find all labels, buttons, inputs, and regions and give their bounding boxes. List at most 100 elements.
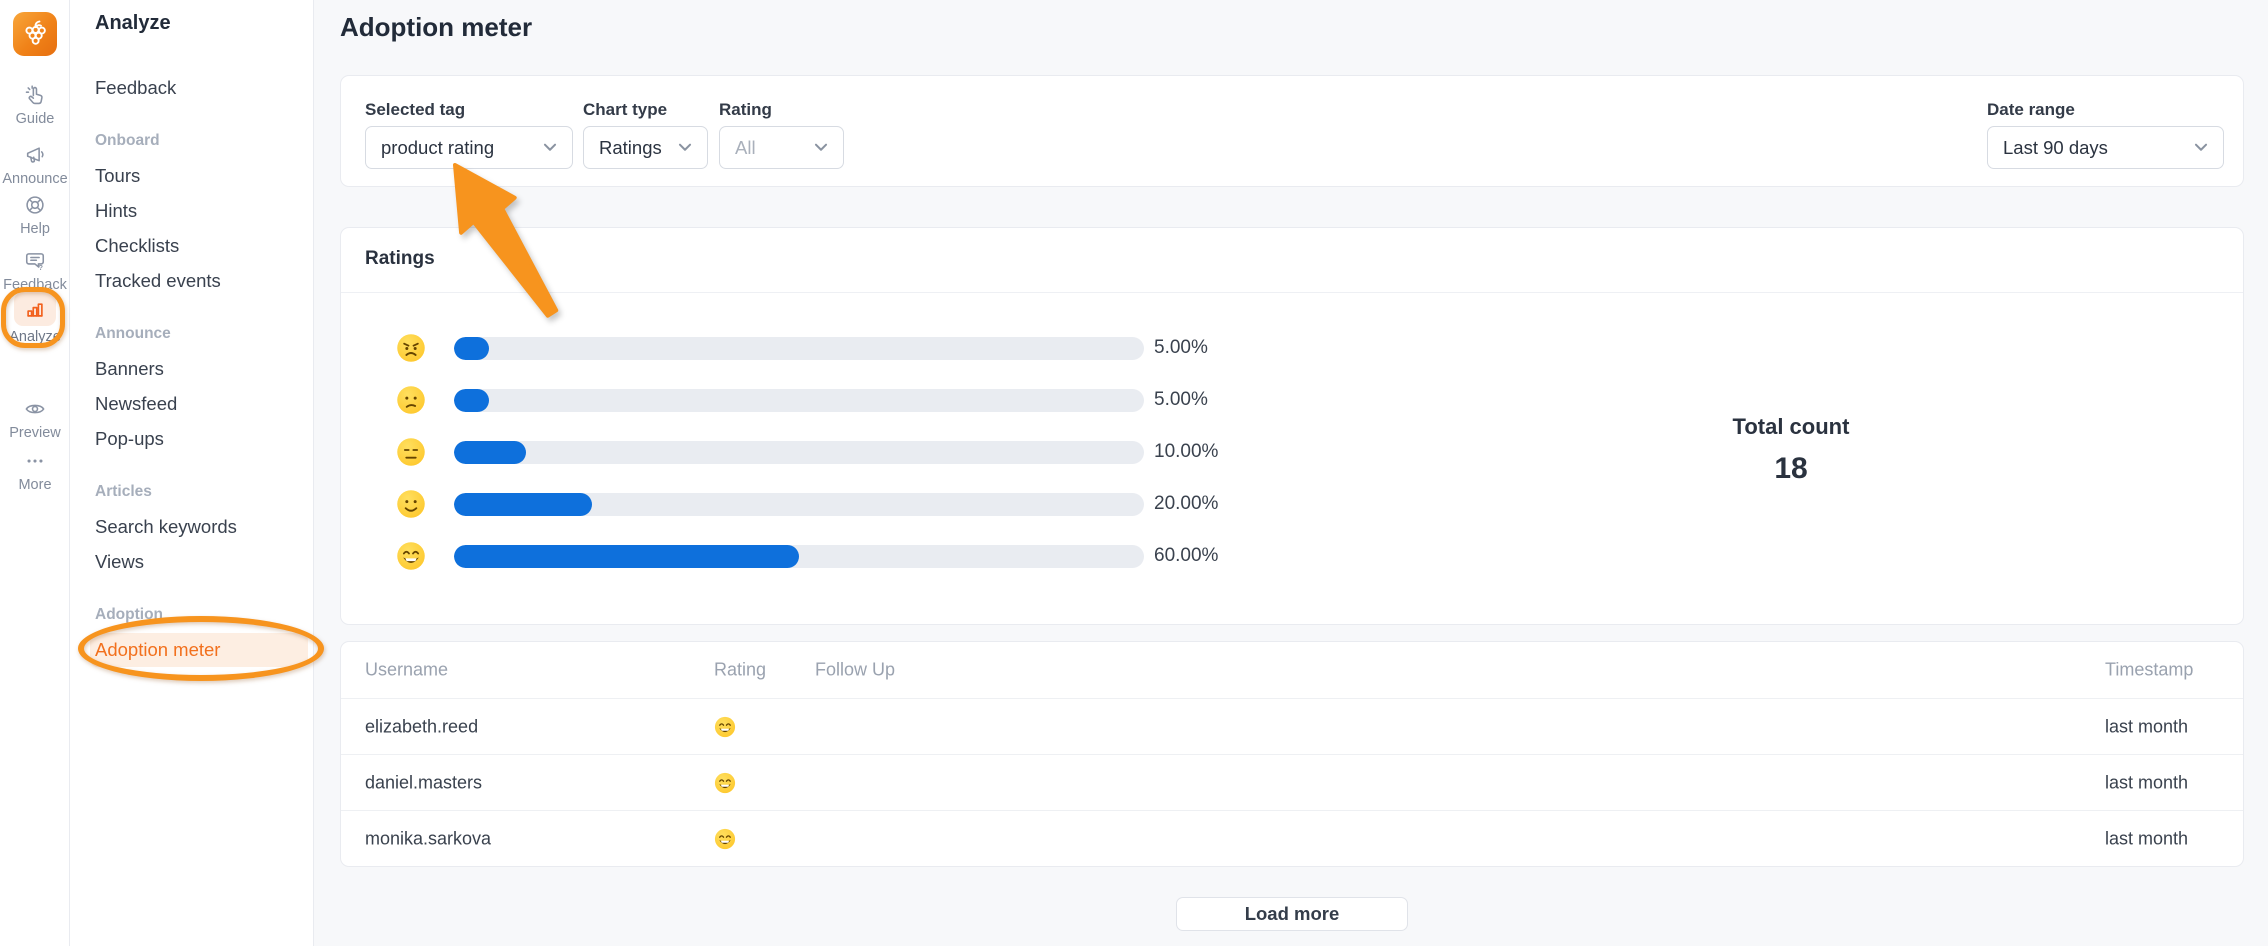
table-row[interactable]: monika.sarkova last month: [341, 810, 2243, 866]
rail-item-label: Announce: [2, 171, 67, 187]
bar-track: [454, 441, 1144, 464]
sidebar-title: Analyze: [95, 12, 313, 40]
timestamp-cell: last month: [2105, 828, 2188, 849]
sidebar-group-adoption: AdoptionAdoption meter: [95, 597, 313, 667]
main-content: Adoption meter Selected tag Chart type R…: [314, 0, 2268, 946]
chevron-down-icon: [814, 143, 828, 152]
rail-item-guide[interactable]: Guide: [0, 84, 70, 127]
column-header-follow-up: Follow Up: [815, 660, 895, 681]
eye-icon: [24, 398, 46, 420]
grinning-emoji-icon: [714, 828, 736, 850]
date-range-select[interactable]: Last 90 days: [1987, 126, 2224, 169]
selected-tag-label: Selected tag: [365, 100, 465, 120]
sidebar-groups: Feedback OnboardToursHintsChecklistsTrack…: [95, 70, 313, 667]
rail-item-more[interactable]: More: [0, 450, 70, 493]
load-more-button[interactable]: Load more: [1176, 897, 1408, 931]
selected-tag-select[interactable]: product rating: [365, 126, 573, 169]
angry-emoji-icon: [396, 333, 426, 363]
bar-fill: [454, 493, 592, 516]
ratings-card: Ratings 5.00%5.00%10.00%20.00%60.00% Tot…: [340, 227, 2244, 625]
username-cell: elizabeth.reed: [365, 716, 478, 737]
bar-value-label: 20.00%: [1154, 493, 1218, 515]
rail-item-label: Help: [20, 221, 50, 237]
sidebar-item-banners[interactable]: Banners: [95, 351, 313, 386]
bar-value-label: 60.00%: [1154, 545, 1218, 567]
grinning-emoji-icon: [396, 541, 426, 571]
rating-bar-row-expressionless: 10.00%: [341, 437, 2243, 467]
sidebar-item-feedback[interactable]: Feedback: [95, 70, 313, 105]
chevron-down-icon: [678, 143, 692, 152]
bar-track: [454, 545, 1144, 568]
total-count-value: 18: [1631, 452, 1951, 486]
grinning-emoji-icon: [714, 772, 736, 794]
grinning-emoji-icon: [714, 716, 736, 738]
sidebar-item-pop-ups[interactable]: Pop-ups: [95, 421, 313, 456]
username-cell: monika.sarkova: [365, 828, 491, 849]
filters-card: Selected tag Chart type Rating Date rang…: [340, 75, 2244, 187]
rail-item-announce[interactable]: Announce: [0, 144, 70, 187]
rail-item-label: Preview: [9, 425, 61, 441]
rating-bar-row-grinning: 60.00%: [341, 541, 2243, 571]
column-header-username: Username: [365, 660, 448, 681]
bar-chart-icon: [24, 298, 46, 320]
bar-fill: [454, 545, 799, 568]
bar-value-label: 10.00%: [1154, 441, 1218, 463]
bar-fill: [454, 389, 489, 412]
results-table: Username Rating Follow Up Timestamp elizabe…: [340, 641, 2244, 867]
sidebar-item-newsfeed[interactable]: Newsfeed: [95, 386, 313, 421]
rail-item-preview[interactable]: Preview: [0, 398, 70, 441]
sidebar-section-header: Articles: [95, 474, 313, 509]
date-range-label: Date range: [1987, 100, 2075, 120]
expressionless-emoji-icon: [396, 437, 426, 467]
timestamp-cell: last month: [2105, 716, 2188, 737]
svg-text:?: ?: [38, 263, 43, 272]
sidebar-item-adoption-meter[interactable]: Adoption meter: [90, 633, 308, 667]
ellipsis-icon: [24, 450, 46, 472]
sidebar-group-onboard: OnboardToursHintsChecklistsTracked event…: [95, 123, 313, 298]
sidebar-item-tours[interactable]: Tours: [95, 158, 313, 193]
rail-item-feedback[interactable]: ?Feedback: [0, 250, 70, 293]
active-icon-background: [14, 292, 56, 326]
sidebar-section-header: Announce: [95, 316, 313, 351]
table-row[interactable]: elizabeth.reed last month: [341, 698, 2243, 754]
sidebar: Analyze Feedback OnboardToursHintsCheckli…: [70, 0, 314, 946]
bar-fill: [454, 441, 526, 464]
rating-value: All: [735, 137, 756, 159]
sidebar-item-hints[interactable]: Hints: [95, 193, 313, 228]
table-body: elizabeth.reedlast monthdaniel.mastersla…: [341, 698, 2243, 866]
rating-label: Rating: [719, 100, 772, 120]
table-row[interactable]: daniel.masterslast month: [341, 754, 2243, 810]
sidebar-item-search-keywords[interactable]: Search keywords: [95, 509, 313, 544]
column-header-rating: Rating: [714, 660, 766, 681]
bar-track: [454, 337, 1144, 360]
rail-item-analyze[interactable]: Analyze: [0, 292, 70, 345]
sidebar-group: Feedback: [95, 70, 313, 105]
rating-select[interactable]: All: [719, 126, 844, 169]
sidebar-group-articles: ArticlesSearch keywordsViews: [95, 474, 313, 579]
sidebar-group-announce: AnnounceBannersNewsfeedPop-ups: [95, 316, 313, 456]
bar-value-label: 5.00%: [1154, 337, 1208, 359]
bar-fill: [454, 337, 489, 360]
sidebar-item-checklists[interactable]: Checklists: [95, 228, 313, 263]
chart-type-label: Chart type: [583, 100, 667, 120]
rail-item-help[interactable]: Help: [0, 194, 70, 237]
chevron-down-icon: [543, 143, 557, 152]
app-logo[interactable]: [13, 12, 57, 56]
rail-item-label: Guide: [16, 111, 55, 127]
timestamp-cell: last month: [2105, 772, 2188, 793]
column-header-timestamp: Timestamp: [2105, 660, 2193, 681]
bar-track: [454, 389, 1144, 412]
page-title: Adoption meter: [340, 12, 532, 43]
rating-bar-row-slightly-smiling: 20.00%: [341, 489, 2243, 519]
sidebar-item-tracked-events[interactable]: Tracked events: [95, 263, 313, 298]
chart-type-select[interactable]: Ratings: [583, 126, 708, 169]
selected-tag-value: product rating: [381, 137, 494, 159]
icon-rail: Guide Announce Help ?FeedbackAnalyze Preview…: [0, 0, 70, 946]
rating-bar-row-angry: 5.00%: [341, 333, 2243, 363]
bar-track: [454, 493, 1144, 516]
table-header-row: Username Rating Follow Up Timestamp: [341, 642, 2243, 698]
date-range-value: Last 90 days: [2003, 137, 2108, 159]
life-buoy-icon: [24, 194, 46, 216]
sidebar-section-header: Onboard: [95, 123, 313, 158]
sidebar-item-views[interactable]: Views: [95, 544, 313, 579]
